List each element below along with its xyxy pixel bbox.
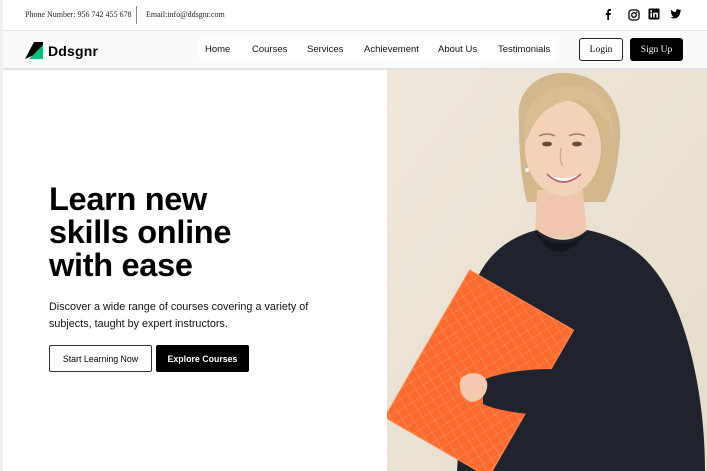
nav-link-services[interactable]: Services <box>307 44 343 55</box>
start-learning-button[interactable]: Start Learning Now <box>49 345 152 372</box>
nav-links: Home Courses Services Achievement About … <box>199 38 557 62</box>
brand-logo[interactable]: Ddsgnr <box>25 42 98 60</box>
email-address[interactable]: Email:info@ddsgnr.com <box>146 10 225 19</box>
hero-image <box>387 70 707 471</box>
hero-title: Learn new skills online with ease <box>49 183 289 282</box>
linkedin-icon[interactable] <box>648 8 660 20</box>
hero-text-panel: Learn new skills online with ease Discov… <box>3 70 387 471</box>
hero-title-line: Learn new <box>49 181 208 217</box>
brand-name: Ddsgnr <box>48 43 99 59</box>
sign-up-button[interactable]: Sign Up <box>630 38 683 61</box>
woman-with-folder-image <box>387 70 707 471</box>
explore-courses-button[interactable]: Explore Courses <box>156 345 249 372</box>
logo-mark-icon <box>25 42 43 59</box>
hero-subtitle: Discover a wide range of courses coverin… <box>49 301 309 330</box>
login-button[interactable]: Login <box>579 38 623 61</box>
facebook-icon[interactable] <box>602 8 614 20</box>
nav-link-achievement[interactable]: Achievement <box>364 44 419 55</box>
contact-bar: Phone Number: 956 742 455 678 Email:info… <box>3 0 707 31</box>
nav-link-about-us[interactable]: About Us <box>438 44 477 55</box>
main-navbar: Ddsgnr Home Courses Services Achievement… <box>3 31 707 70</box>
instagram-icon[interactable] <box>628 9 640 21</box>
nav-link-courses[interactable]: Courses <box>252 44 287 55</box>
hero-title-line: with ease <box>49 247 193 283</box>
phone-number: Phone Number: 956 742 455 678 <box>25 10 132 19</box>
divider <box>136 6 137 24</box>
twitter-icon[interactable] <box>670 8 682 20</box>
nav-link-home[interactable]: Home <box>205 44 230 55</box>
page: Phone Number: 956 742 455 678 Email:info… <box>3 0 707 471</box>
nav-link-testimonials[interactable]: Testimonials <box>498 44 550 55</box>
hero-title-line: skills online <box>49 214 232 250</box>
